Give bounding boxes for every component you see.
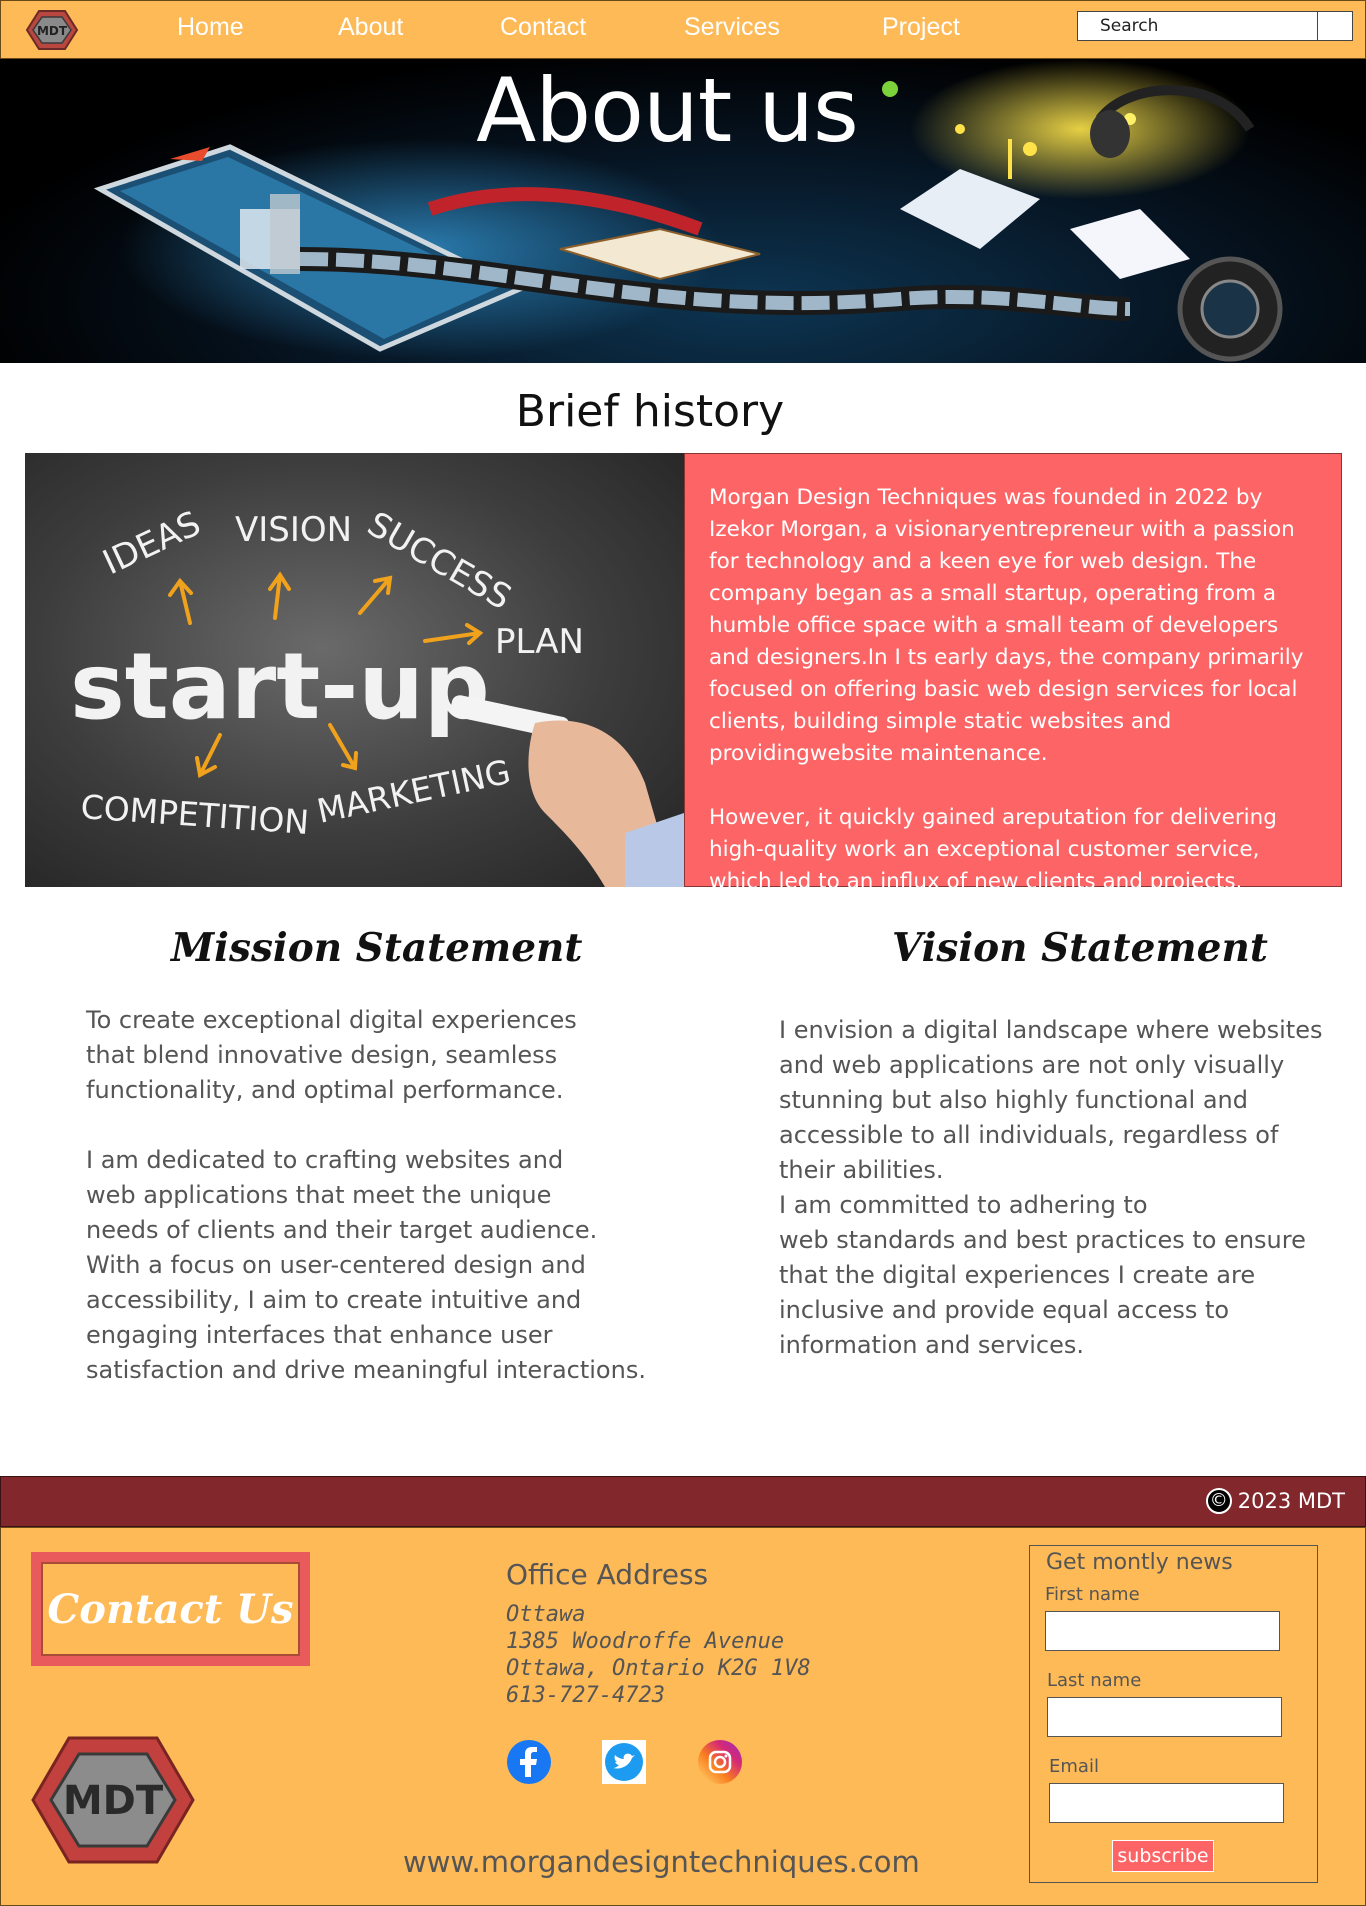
- copyright-bar: © 2023 MDT: [0, 1476, 1366, 1527]
- address-street: 1385 Woodroffe Avenue: [506, 1629, 785, 1654]
- copyright-text: 2023 MDT: [1237, 1489, 1345, 1513]
- contact-us-label: Contact Us: [41, 1562, 300, 1656]
- last-name-label: Last name: [1047, 1670, 1142, 1691]
- footer: Contact Us MDT Office Address Ottawa 138…: [0, 1527, 1366, 1906]
- img-word-success: SUCCESS: [361, 504, 518, 618]
- address-city: Ottawa: [506, 1602, 586, 1627]
- top-nav: MDT Home About Contact Services Project: [0, 0, 1366, 59]
- copyright-icon: ©: [1205, 1488, 1232, 1514]
- nav-about[interactable]: About: [338, 13, 403, 42]
- img-word-plan: PLAN: [495, 622, 584, 662]
- twitter-icon[interactable]: [601, 1739, 647, 1785]
- hero-banner: About us: [0, 59, 1366, 363]
- hero-title: About us: [476, 59, 859, 162]
- address-phone: 613-727-4723: [506, 1683, 665, 1708]
- img-word-competition: COMPETITION: [79, 787, 310, 842]
- instagram-icon[interactable]: [697, 1739, 743, 1785]
- email-input[interactable]: [1049, 1783, 1284, 1823]
- mission-text: To create exceptional digital experience…: [86, 1006, 646, 1384]
- vision-title: Vision Statement: [892, 925, 1268, 971]
- history-paragraph-2: However, it quickly gained areputation f…: [709, 805, 1277, 894]
- newsletter-form: Get montly news First name Last name Ema…: [1029, 1545, 1318, 1883]
- subscribe-button[interactable]: subscribe: [1112, 1840, 1214, 1872]
- office-address-title: Office Address: [506, 1558, 709, 1591]
- logo-text: MDT: [37, 24, 68, 38]
- nav-services[interactable]: Services: [684, 13, 780, 42]
- contact-us-button[interactable]: Contact Us: [31, 1552, 310, 1666]
- newsletter-title: Get montly news: [1044, 1550, 1235, 1575]
- mission-title: Mission Statement: [171, 925, 583, 971]
- vision-text: I envision a digital landscape where web…: [779, 1016, 1323, 1359]
- first-name-label: First name: [1045, 1584, 1140, 1605]
- img-word-vision: VISION: [235, 510, 352, 550]
- search-button[interactable]: [1318, 12, 1352, 40]
- copyright: © 2023 MDT: [1205, 1488, 1345, 1514]
- img-word-startup: start-up: [70, 633, 490, 740]
- history-title: Brief history: [515, 386, 785, 437]
- footer-logo-text: MDT: [63, 1778, 164, 1824]
- facebook-icon[interactable]: [506, 1739, 552, 1785]
- startup-chalkboard-image: IDEAS VISION SUCCESS PLAN start-up COMPE…: [25, 453, 684, 887]
- website-url[interactable]: www.morgandesigntechniques.com: [403, 1845, 920, 1879]
- history-paragraph-1: Morgan Design Techniques was founded in …: [709, 485, 1304, 766]
- nav-contact[interactable]: Contact: [500, 13, 586, 42]
- nav-project[interactable]: Project: [882, 13, 960, 42]
- search-input[interactable]: [1078, 12, 1318, 40]
- email-label: Email: [1049, 1756, 1099, 1777]
- mdt-logo[interactable]: MDT: [25, 9, 79, 51]
- address-province: Ottawa, Ontario K2G 1V8: [506, 1656, 811, 1681]
- history-text-box: Morgan Design Techniques was founded in …: [684, 453, 1342, 894]
- mdt-footer-logo[interactable]: MDT: [29, 1734, 197, 1866]
- last-name-input[interactable]: [1047, 1697, 1282, 1737]
- first-name-input[interactable]: [1045, 1611, 1280, 1651]
- img-word-ideas: IDEAS: [97, 504, 207, 584]
- search-box: [1077, 11, 1353, 41]
- nav-home[interactable]: Home: [177, 13, 244, 42]
